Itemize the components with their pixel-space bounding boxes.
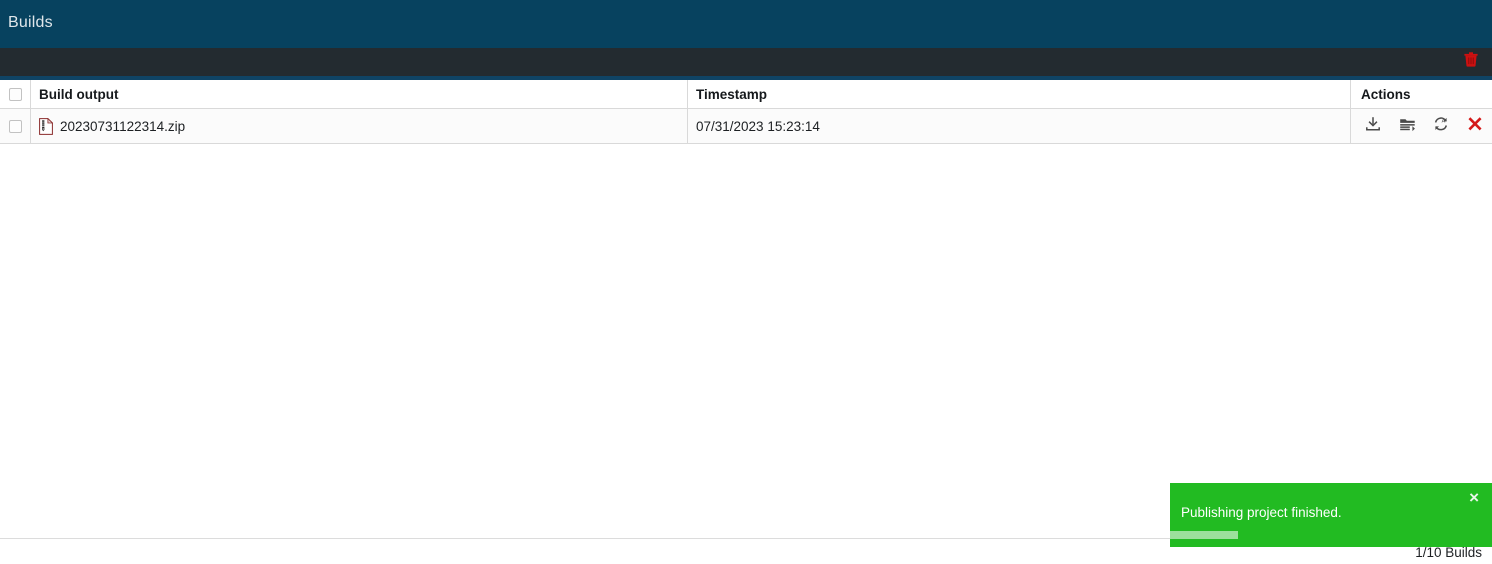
download-icon [1365, 116, 1381, 137]
redeploy-button[interactable]: A [1431, 116, 1451, 136]
row-select-cell [0, 109, 30, 143]
column-header-timestamp[interactable]: Timestamp [687, 80, 1350, 108]
table-header-row: Build output Timestamp Actions [0, 80, 1492, 109]
toolbar-delete-button[interactable] [1460, 51, 1482, 73]
page-title: Builds [8, 14, 53, 31]
builds-table: Build output Timestamp Actions 202307311… [0, 80, 1492, 144]
build-output-name: 20230731122314.zip [60, 118, 186, 134]
svg-text:A: A [1442, 118, 1446, 124]
trash-icon [1464, 52, 1478, 72]
toolbar [0, 48, 1492, 76]
toast-progress-bar [1170, 531, 1238, 539]
redeploy-icon: A [1433, 116, 1449, 137]
toast-notification: × Publishing project finished. [1170, 483, 1492, 547]
column-header-build-output[interactable]: Build output [30, 80, 687, 108]
row-checkbox[interactable] [8, 119, 22, 133]
cell-timestamp: 07/31/2023 15:23:14 [687, 109, 1350, 143]
delete-row-button[interactable] [1465, 116, 1485, 136]
select-all-cell [0, 80, 30, 108]
close-icon [1467, 116, 1483, 137]
toast-close-icon[interactable]: × [1469, 489, 1479, 507]
column-header-actions: Actions [1350, 80, 1492, 108]
app-header: Builds [0, 0, 1492, 48]
cell-actions: A [1350, 109, 1492, 143]
toast-message: Publishing project finished. [1181, 505, 1342, 520]
zip-file-icon [39, 117, 53, 135]
cell-build-output: 20230731122314.zip [30, 109, 687, 143]
download-button[interactable] [1363, 116, 1383, 136]
row-action-buttons: A [1363, 116, 1485, 136]
select-all-checkbox[interactable] [8, 87, 22, 101]
deploy-icon [1399, 116, 1416, 137]
build-timestamp: 07/31/2023 15:23:14 [696, 118, 820, 134]
table-row[interactable]: 20230731122314.zip 07/31/2023 15:23:14 A [0, 109, 1492, 144]
deploy-button[interactable] [1397, 116, 1417, 136]
toolbar-actions [1460, 48, 1482, 76]
